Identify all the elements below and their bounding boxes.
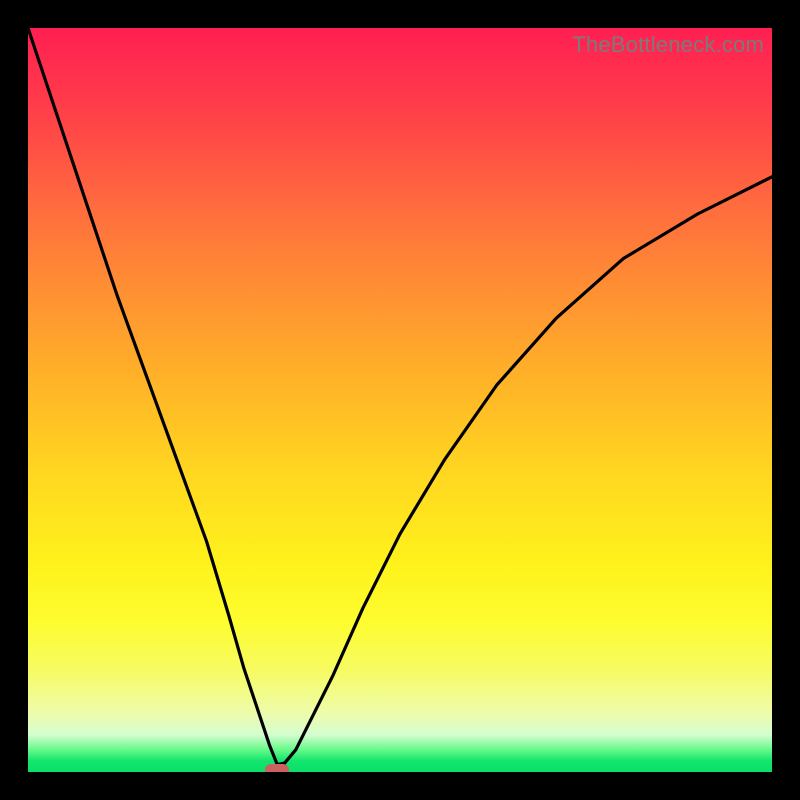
watermark-text: TheBottleneck.com [572,32,764,58]
optimum-marker [265,764,289,772]
chart-frame: TheBottleneck.com [0,0,800,800]
plot-area: TheBottleneck.com [28,28,772,772]
bottleneck-curve [28,28,772,772]
